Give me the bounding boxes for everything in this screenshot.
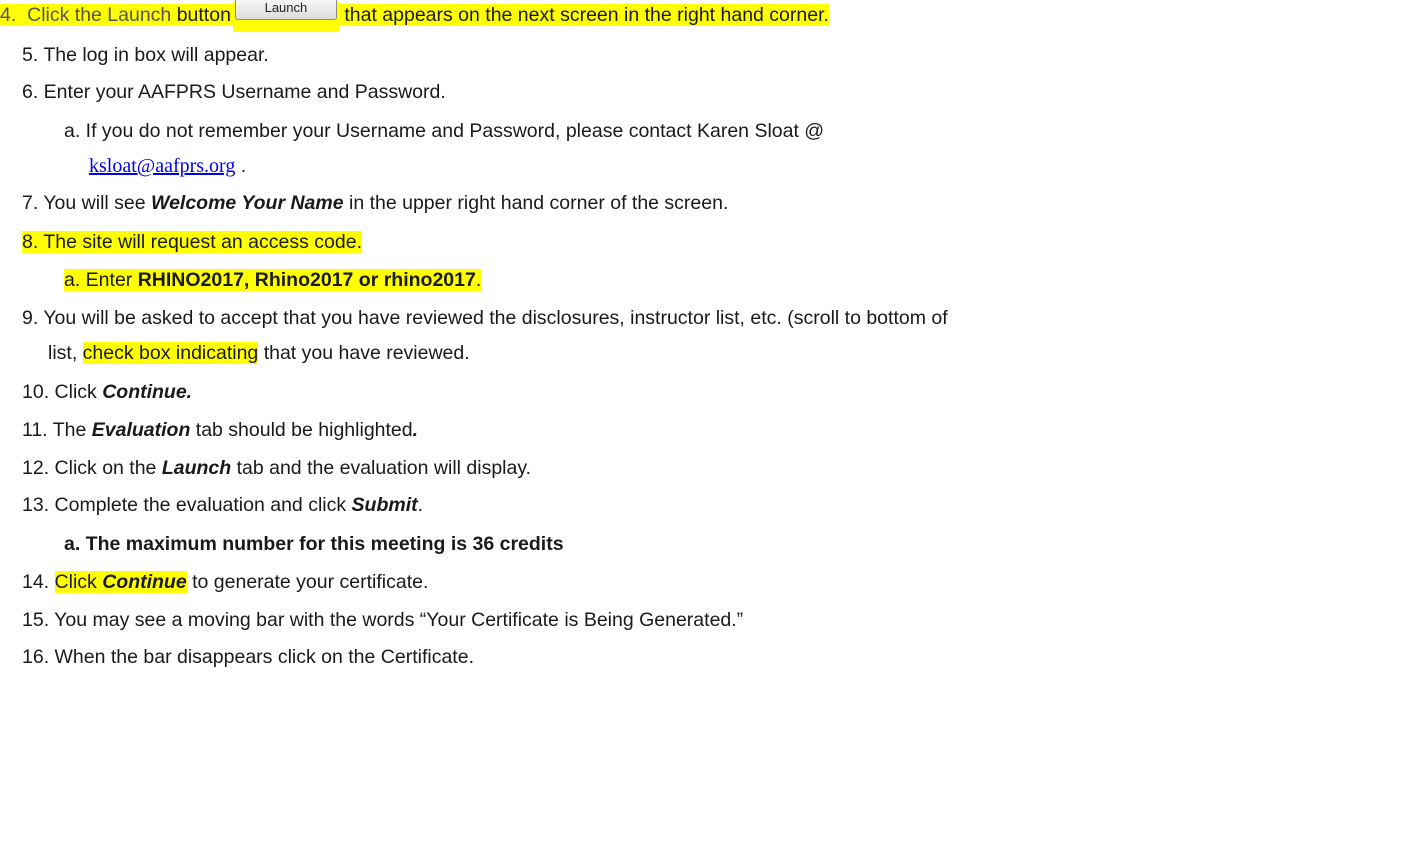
step-11-tail: . (412, 419, 419, 441)
step-5-text: 5. The log in box will appear. (22, 44, 269, 66)
step-14-emph: Continue (102, 571, 187, 593)
step-4: 4. Click the Launch button Launch that ap… (0, 0, 829, 32)
step-7-pre: 7. You will see (22, 192, 152, 214)
step-6-text: 6. Enter your AAFPRS Username and Passwo… (22, 81, 446, 103)
step-13-post: . (417, 494, 424, 516)
step-15: 15. You may see a moving bar with the wo… (22, 607, 743, 633)
step-9: 9. You will be asked to accept that you … (22, 305, 948, 331)
step-10-pre: 10. Click (22, 381, 103, 403)
launch-button-image-wrap: Launch (232, 0, 339, 32)
step-4-highlight: 4. Click the Launch button (0, 4, 233, 26)
step-8: 8. The site will request an access code. (22, 229, 362, 255)
step-13-emph: Submit (351, 494, 418, 516)
step-12-post: tab and the evaluation will display. (231, 457, 532, 479)
step-4-text-b: button (176, 4, 231, 26)
step-14-hl-pre: Click (54, 571, 103, 593)
step-8-text: 8. The site will request an access code. (22, 231, 362, 253)
step-7: 7. You will see Welcome Your Name in the… (22, 190, 728, 216)
step-16: 16. When the bar disappears click on the… (22, 644, 474, 670)
step-6: 6. Enter your AAFPRS Username and Passwo… (22, 79, 446, 105)
email-link[interactable]: ksloat@aafprs.org (89, 155, 235, 177)
step-9-cont: list, check box indicating that you have… (48, 340, 470, 366)
step-9-cont-post: that you have reviewed. (258, 342, 470, 364)
step-13-pre: 13. Complete the evaluation and click (22, 494, 352, 516)
step-8a-post: . (475, 269, 482, 291)
step-14: 14. Click Continue to generate your cert… (22, 569, 428, 595)
step-11-emph: Evaluation (91, 419, 191, 441)
step-7-emph: Welcome Your Name (151, 192, 344, 214)
step-11: 11. The Evaluation tab should be highlig… (22, 417, 418, 443)
step-4-number: 4. (0, 4, 17, 26)
step-12-pre: 12. Click on the (22, 457, 162, 479)
step-15-text: 15. You may see a moving bar with the wo… (22, 609, 744, 631)
step-10: 10. Click Continue. (22, 379, 192, 405)
step-9-text: 9. You will be asked to accept that you … (22, 307, 948, 329)
step-4-text-c: that appears on the next screen in the r… (344, 4, 829, 26)
step-14-pre: 14. (22, 571, 55, 593)
step-11-post: tab should be highlighted (190, 419, 413, 441)
step-8a: a. Enter RHINO2017, Rhino2017 or rhino20… (64, 267, 482, 293)
step-4-text-c-wrap: that appears on the next screen in the r… (338, 4, 829, 26)
step-12: 12. Click on the Launch tab and the eval… (22, 455, 531, 481)
step-4-text-a: Click the Launch (27, 4, 172, 26)
step-8a-pre: a. Enter (64, 269, 138, 291)
step-13a-text: a. The maximum number for this meeting i… (64, 533, 564, 555)
step-9-highlight: check box indicating (82, 342, 259, 364)
step-14-highlight: Click Continue (54, 571, 187, 593)
step-14-post: to generate your certificate. (186, 571, 429, 593)
step-5: 5. The log in box will appear. (22, 42, 269, 68)
step-6a-text: a. If you do not remember your Username … (64, 120, 825, 142)
step-6a: a. If you do not remember your Username … (64, 118, 824, 144)
step-6a-link-line: ksloat@aafprs.org . (89, 153, 246, 179)
step-12-emph: Launch (161, 457, 232, 479)
step-16-text: 16. When the bar disappears click on the… (22, 646, 474, 668)
step-8a-code: RHINO2017, Rhino2017 or rhino2017 (137, 269, 476, 291)
step-9-cont-pre: list, (48, 342, 83, 364)
step-6a-after-link: . (235, 155, 247, 177)
step-13a: a. The maximum number for this meeting i… (64, 531, 564, 557)
step-7-post: in the upper right hand corner of the sc… (343, 192, 729, 214)
launch-button-image: Launch (234, 0, 337, 20)
step-10-emph: Continue. (102, 381, 193, 403)
step-11-pre: 11. The (22, 419, 92, 441)
step-13: 13. Complete the evaluation and click Su… (22, 492, 423, 518)
step-8a-highlight: a. Enter RHINO2017, Rhino2017 or rhino20… (64, 269, 482, 291)
